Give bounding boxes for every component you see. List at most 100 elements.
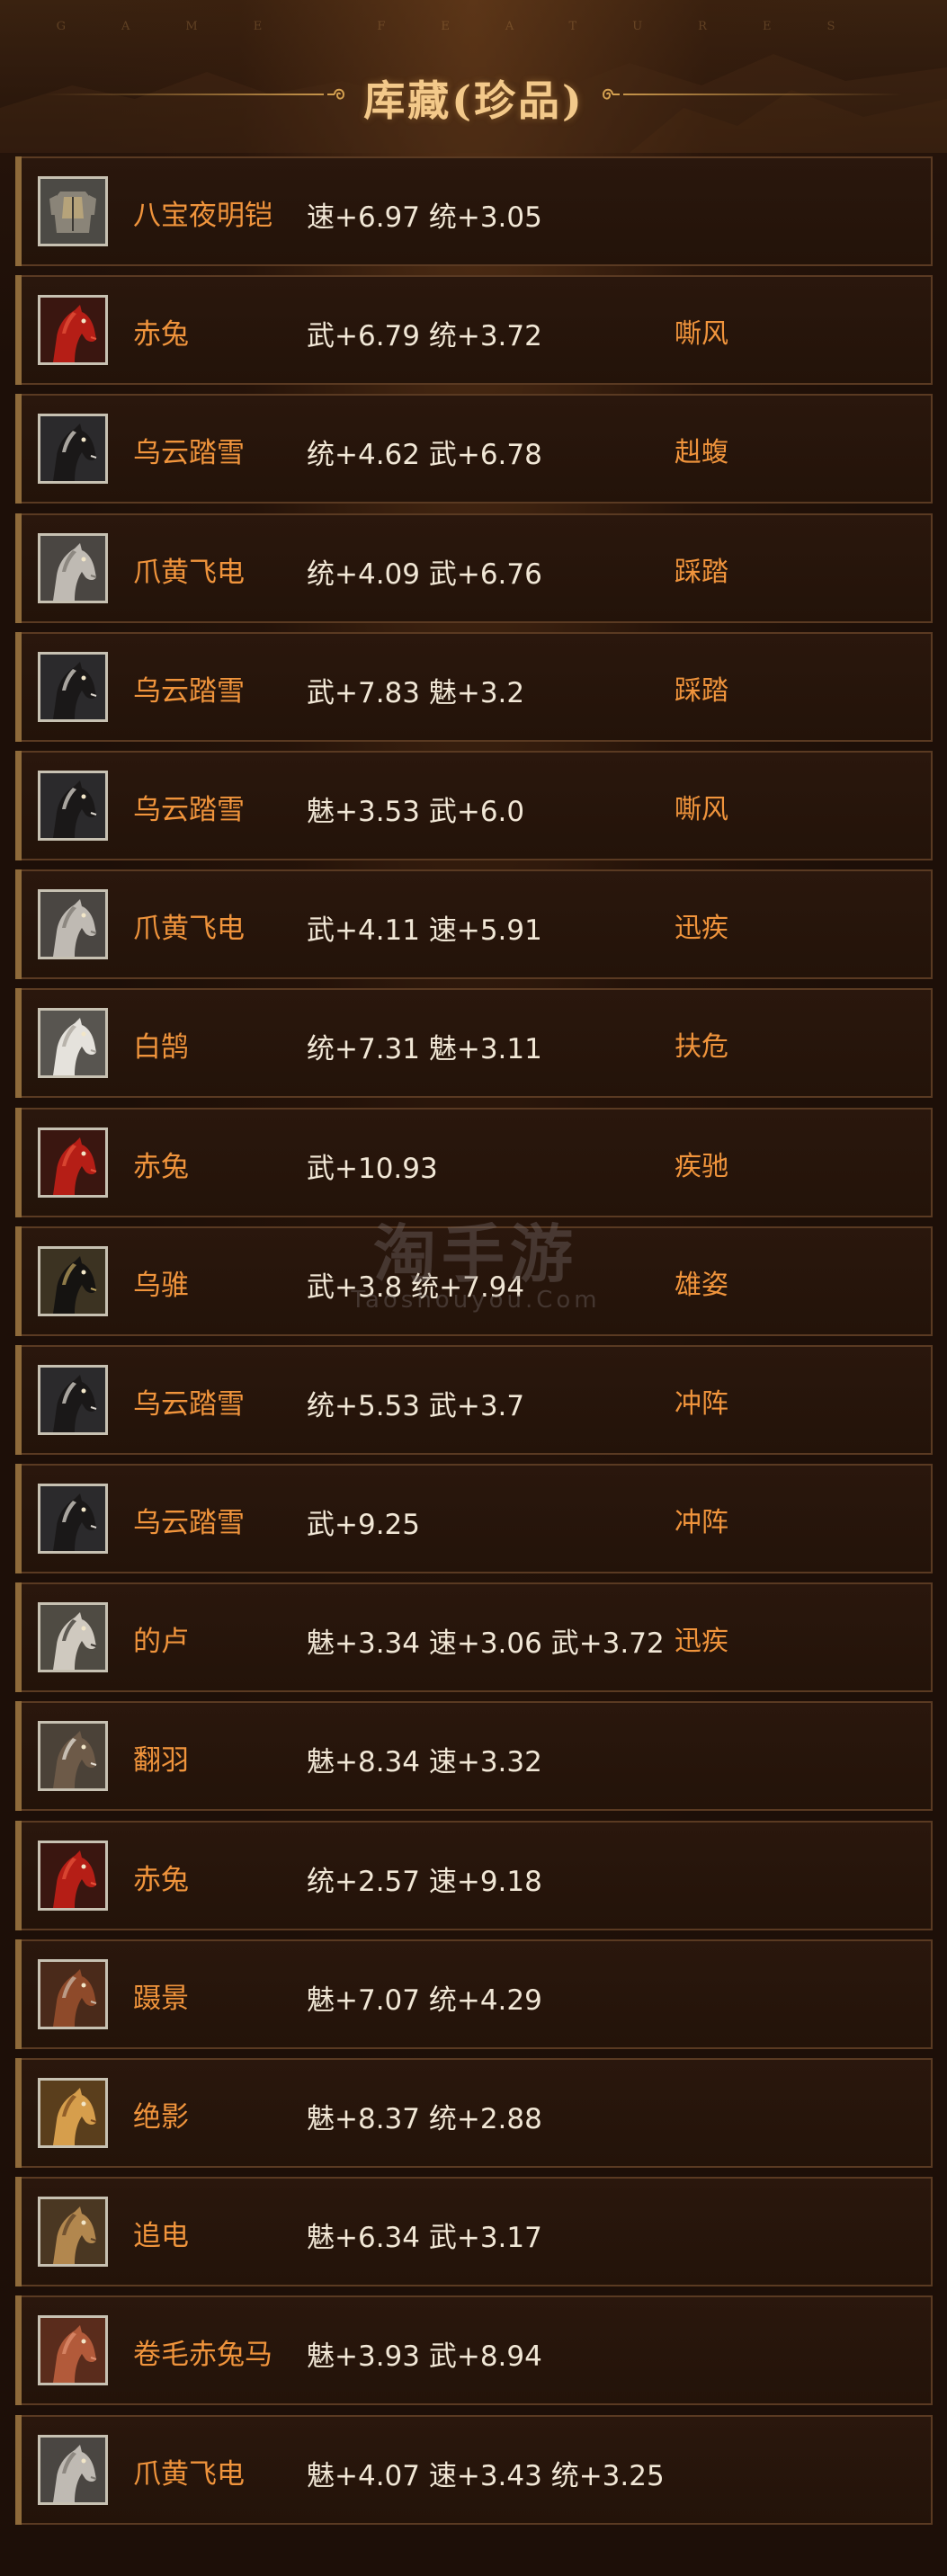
dark-horse-icon: [38, 1245, 108, 1316]
armor-icon: [38, 176, 108, 246]
item-stats: 武+7.83 魅+3.2: [307, 676, 525, 709]
item-skill: 冲阵: [675, 1507, 728, 1539]
treasure-item[interactable]: 的卢 魅+3.34 速+3.06 武+3.72 迅疾: [15, 1582, 933, 1693]
item-name: 爪黄飞电: [133, 2457, 245, 2491]
white-horse-icon: [38, 1008, 108, 1079]
item-name: 白鹄: [133, 1031, 189, 1065]
item-stats: 魅+6.34 武+3.17: [307, 2222, 542, 2255]
treasure-item[interactable]: 卷毛赤兔马 魅+3.93 武+8.94: [15, 2295, 933, 2406]
grey-horse-icon-art: [40, 1605, 105, 1671]
treasure-item[interactable]: 翻羽 魅+8.34 速+3.32: [15, 1701, 933, 1812]
treasure-list: 八宝夜明铠 速+6.97 统+3.05 赤兔 武+6.79 统+3.72 嘶风 乌云踏雪统…: [15, 156, 933, 2534]
item-skill: 踩踏: [675, 556, 728, 588]
treasure-item[interactable]: 爪黄飞电 魅+4.07 速+3.43 统+3.25: [15, 2414, 933, 2525]
item-skill: 迅疾: [675, 1626, 728, 1658]
treasure-item[interactable]: 乌云踏雪 统+4.62 武+6.78 赳蝮: [15, 394, 933, 504]
item-stats: 魅+4.07 速+3.43 统+3.25: [307, 2459, 665, 2492]
item-stats: 武+3.8 统+7.94: [307, 1270, 525, 1304]
item-name: 翻羽: [133, 1744, 189, 1778]
treasure-item[interactable]: 乌骓 武+3.8 统+7.94 雄姿: [15, 1226, 933, 1336]
feather-horse-icon: [38, 1721, 108, 1792]
item-name: 乌云踏雪: [133, 1507, 245, 1540]
item-stats: 武+6.79 统+3.72: [307, 320, 542, 353]
title-row: 库藏(珍品): [0, 63, 947, 126]
treasure-item[interactable]: 赤兔 武+10.93 疾驰: [15, 1107, 933, 1217]
item-stats: 武+4.11 速+5.91: [307, 914, 542, 948]
scroll-ornament-icon: [327, 88, 345, 100]
curly-red-horse-icon: [38, 2315, 108, 2386]
red-horse-icon-art: [40, 1129, 105, 1195]
page: GAME FEATURES 库藏(珍品) 八宝夜明铠 速+6.97 统+3.05 赤…: [0, 0, 947, 2576]
item-stats: 魅+8.34 速+3.32: [307, 1746, 542, 1779]
treasure-item[interactable]: 绝影 魅+8.37 统+2.88: [15, 2058, 933, 2168]
item-skill: 嘶风: [675, 793, 728, 825]
black-horse-icon-art: [40, 1367, 105, 1432]
brown-horse-icon-art: [40, 1961, 105, 2027]
item-skill: 踩踏: [675, 674, 728, 707]
black-horse-icon-art: [40, 772, 105, 838]
treasure-item[interactable]: 白鹄 统+7.31 魅+3.11 扶危: [15, 988, 933, 1099]
item-name: 爪黄飞电: [133, 913, 245, 946]
red-horse-icon: [38, 295, 108, 366]
treasure-item[interactable]: 蹑景 魅+7.07 统+4.29: [15, 1939, 933, 2049]
treasure-item[interactable]: 乌云踏雪 魅+3.53 武+6.0 嘶风: [15, 750, 933, 860]
black-horse-icon-art: [40, 1486, 105, 1552]
treasure-item[interactable]: 爪黄飞电 统+4.09 武+6.76 踩踏: [15, 513, 933, 623]
armored-horse-icon: [38, 889, 108, 960]
item-stats: 魅+3.53 武+6.0: [307, 795, 525, 828]
treasure-item[interactable]: 乌云踏雪 统+5.53 武+3.7 冲阵: [15, 1344, 933, 1455]
black-horse-icon: [38, 1364, 108, 1435]
treasure-item[interactable]: 乌云踏雪 武+9.25 冲阵: [15, 1464, 933, 1574]
item-stats: 武+9.25: [307, 1509, 420, 1542]
item-name: 蹑景: [133, 1982, 189, 2015]
red-horse-icon: [38, 1840, 108, 1911]
item-name: 赤兔: [133, 1863, 189, 1896]
item-stats: 魅+8.37 统+2.88: [307, 2103, 542, 2135]
black-horse-icon: [38, 414, 108, 485]
treasure-item[interactable]: 乌云踏雪 武+7.83 魅+3.2 踩踏: [15, 631, 933, 742]
armor-icon-art: [40, 179, 105, 244]
item-name: 绝影: [133, 2101, 189, 2134]
treasure-item[interactable]: 爪黄飞电 武+4.11 速+5.91 迅疾: [15, 869, 933, 980]
treasure-item[interactable]: 赤兔 统+2.57 速+9.18: [15, 1820, 933, 1930]
item-skill: 嘶风: [675, 318, 728, 351]
item-name: 乌骓: [133, 1269, 189, 1302]
header: GAME FEATURES 库藏(珍品): [0, 0, 947, 153]
black-horse-icon-art: [40, 416, 105, 482]
treasure-item[interactable]: 八宝夜明铠 速+6.97 统+3.05: [15, 156, 933, 266]
title-divider-left: [45, 94, 324, 95]
feather-horse-icon-art: [40, 1724, 105, 1789]
red-horse-icon-art: [40, 1842, 105, 1908]
item-name: 追电: [133, 2220, 189, 2253]
grey-horse-icon: [38, 1602, 108, 1673]
page-title: 库藏(珍品): [363, 76, 585, 125]
treasure-item[interactable]: 追电 魅+6.34 武+3.17: [15, 2177, 933, 2287]
black-horse-icon: [38, 1484, 108, 1555]
item-name: 爪黄飞电: [133, 556, 245, 589]
golden-horse-icon: [38, 2078, 108, 2148]
item-skill: 迅疾: [675, 913, 728, 945]
item-skill: 扶危: [675, 1031, 728, 1064]
curly-red-horse-icon-art: [40, 2318, 105, 2384]
armored-horse-icon: [38, 2434, 108, 2505]
scroll-ornament-icon: [602, 88, 620, 100]
item-stats: 魅+7.07 统+4.29: [307, 1983, 542, 2017]
armored-horse-icon-art: [40, 892, 105, 958]
item-stats: 统+2.57 速+9.18: [307, 1865, 542, 1898]
title-divider-right: [623, 94, 902, 95]
armored-horse-icon: [38, 532, 108, 603]
armored-horse-icon-art: [40, 2437, 105, 2502]
item-name: 八宝夜明铠: [133, 200, 272, 232]
item-stats: 速+6.97 统+3.05: [307, 201, 542, 234]
white-horse-icon-art: [40, 1011, 105, 1076]
item-skill: 雄姿: [675, 1269, 728, 1301]
black-horse-icon: [38, 770, 108, 841]
item-stats: 统+4.09 武+6.76: [307, 557, 542, 591]
item-skill: 赳蝮: [675, 437, 728, 469]
tan-horse-icon-art: [40, 2199, 105, 2265]
item-skill: 冲阵: [675, 1387, 728, 1420]
treasure-item[interactable]: 赤兔 武+6.79 统+3.72 嘶风: [15, 275, 933, 386]
brown-horse-icon: [38, 1958, 108, 2029]
black-horse-icon-art: [40, 654, 105, 719]
item-name: 乌云踏雪: [133, 437, 245, 470]
